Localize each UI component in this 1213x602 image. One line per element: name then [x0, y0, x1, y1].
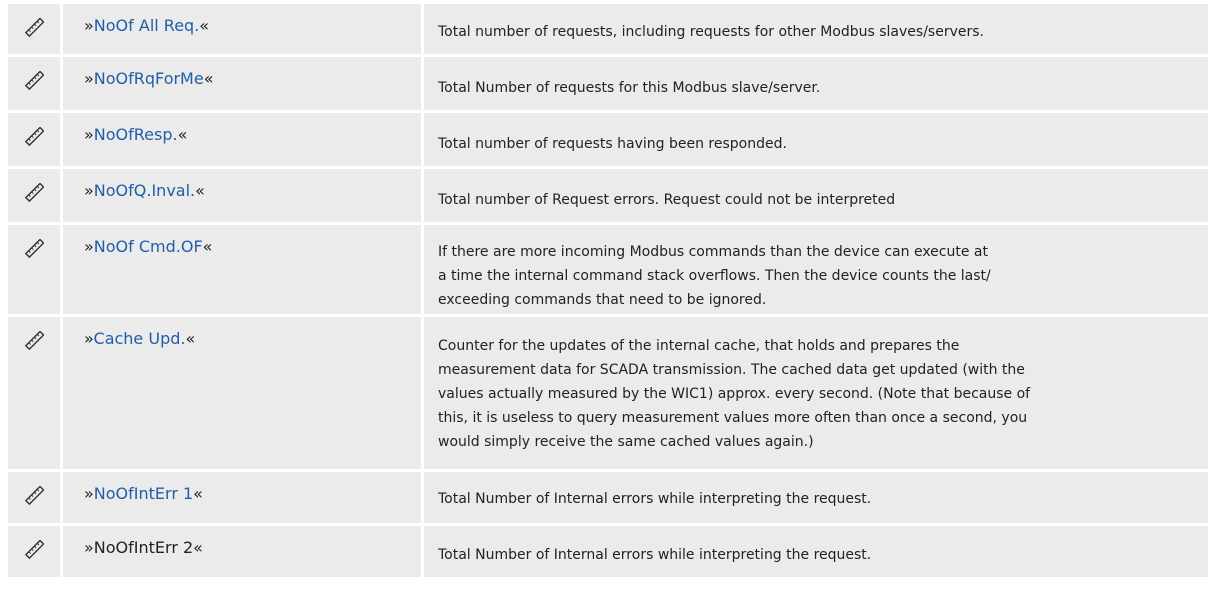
parameter-link[interactable]: NoOfResp. [94, 125, 178, 144]
parameter-name: »NoOfResp.« [63, 113, 421, 166]
ruler-pencil-icon [8, 526, 60, 577]
parameter-description: Total Number of Internal errors while in… [424, 526, 1208, 577]
parameter-description: Total number of requests having been res… [424, 113, 1208, 166]
description-line: Counter for the updates of the internal … [438, 338, 960, 354]
quote-open: » [84, 329, 94, 348]
quote-close: « [177, 125, 188, 144]
table-row: »NoOfIntErr 1« Total Number of Internal … [8, 472, 1208, 523]
table-row: »NoOf All Req.« Total number of requests… [8, 4, 1208, 54]
quote-close: « [185, 329, 196, 348]
description-line: values actually measured by the WIC1) ap… [438, 386, 1031, 402]
parameter-name: »Cache Upd.« [63, 317, 421, 469]
table-row: »NoOfIntErr 2« Total Number of Internal … [8, 526, 1208, 577]
parameter-name: »NoOfIntErr 2« [63, 526, 421, 577]
quote-close: « [203, 69, 214, 88]
ruler-pencil-icon [8, 472, 60, 523]
quote-open: » [84, 538, 94, 557]
table-row: »NoOfRqForMe« Total Number of requests f… [8, 57, 1208, 110]
ruler-pencil-icon [8, 4, 60, 54]
parameter-link[interactable]: NoOfQ.Inval. [94, 181, 195, 200]
parameter-name: »NoOfRqForMe« [63, 57, 421, 110]
quote-open: » [84, 16, 94, 35]
parameter-name: »NoOf All Req.« [63, 4, 421, 54]
description-line: exceeding commands that need to be ignor… [438, 292, 767, 308]
ruler-pencil-icon [8, 169, 60, 222]
ruler-pencil-icon [8, 225, 60, 314]
parameter-name: »NoOf Cmd.OF« [63, 225, 421, 314]
parameter-description: Counter for the updates of the internal … [424, 317, 1208, 469]
parameter-link[interactable]: NoOfIntErr 1 [94, 484, 193, 503]
quote-open: » [84, 237, 94, 256]
table-row: »Cache Upd.« Counter for the updates of … [8, 317, 1208, 469]
quote-open: » [84, 69, 94, 88]
quote-close: « [193, 484, 203, 503]
quote-close: « [193, 538, 203, 557]
parameter-description: Total number of requests, including requ… [424, 4, 1208, 54]
table-row: »NoOf Cmd.OF« If there are more incoming… [8, 225, 1208, 314]
parameter-name: »NoOfQ.Inval.« [63, 169, 421, 222]
description-line: If there are more incoming Modbus comman… [438, 244, 988, 260]
description-line: a time the internal command stack overfl… [438, 268, 991, 284]
ruler-pencil-icon [8, 317, 60, 469]
ruler-pencil-icon [8, 113, 60, 166]
description-line: this, it is useless to query measurement… [438, 410, 1028, 426]
description-line: would simply receive the same cached val… [438, 434, 814, 450]
quote-open: » [84, 181, 94, 200]
parameter-link[interactable]: Cache Upd. [94, 329, 186, 348]
parameter-link[interactable]: NoOf All Req. [94, 16, 199, 35]
parameter-name: »NoOfIntErr 1« [63, 472, 421, 523]
quote-open: » [84, 484, 94, 503]
parameter-link[interactable]: NoOfRqForMe [94, 69, 204, 88]
parameter-description: Total Number of Internal errors while in… [424, 472, 1208, 523]
quote-close: « [202, 237, 213, 256]
parameter-label: NoOfIntErr 2 [93, 538, 194, 557]
quote-close: « [195, 181, 205, 200]
description-line: measurement data for SCADA transmission.… [438, 362, 1025, 378]
table-row: »NoOfResp.« Total number of requests hav… [8, 113, 1208, 166]
table-row: »NoOfQ.Inval.« Total number of Request e… [8, 169, 1208, 222]
parameter-link[interactable]: NoOf Cmd.OF [94, 237, 203, 256]
parameter-description: If there are more incoming Modbus comman… [424, 225, 1208, 314]
parameter-description: Total Number of requests for this Modbus… [424, 57, 1208, 110]
ruler-pencil-icon [8, 57, 60, 110]
quote-open: » [84, 125, 94, 144]
parameter-table: »NoOf All Req.« Total number of requests… [8, 4, 1208, 580]
quote-close: « [199, 16, 210, 35]
parameter-description: Total number of Request errors. Request … [424, 169, 1208, 222]
